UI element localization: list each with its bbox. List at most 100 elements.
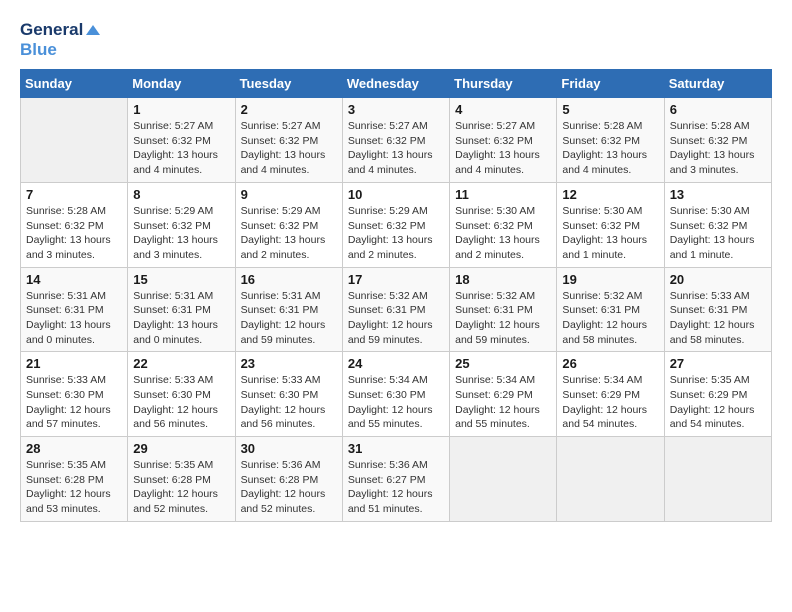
calendar-cell: 7 Sunrise: 5:28 AMSunset: 6:32 PMDaylight… — [21, 182, 128, 267]
calendar-cell — [450, 437, 557, 522]
day-info: Sunrise: 5:27 AMSunset: 6:32 PMDaylight:… — [133, 119, 229, 178]
day-info: Sunrise: 5:28 AMSunset: 6:32 PMDaylight:… — [562, 119, 658, 178]
day-number: 18 — [455, 272, 551, 287]
day-number: 21 — [26, 356, 122, 371]
day-number: 9 — [241, 187, 337, 202]
column-header-sunday: Sunday — [21, 70, 128, 98]
calendar-cell: 25 Sunrise: 5:34 AMSunset: 6:29 PMDayligh… — [450, 352, 557, 437]
day-info: Sunrise: 5:32 AMSunset: 6:31 PMDaylight:… — [562, 289, 658, 348]
day-info: Sunrise: 5:34 AMSunset: 6:30 PMDaylight:… — [348, 373, 444, 432]
calendar-cell: 10 Sunrise: 5:29 AMSunset: 6:32 PMDayligh… — [342, 182, 449, 267]
day-info: Sunrise: 5:30 AMSunset: 6:32 PMDaylight:… — [455, 204, 551, 263]
day-info: Sunrise: 5:32 AMSunset: 6:31 PMDaylight:… — [348, 289, 444, 348]
calendar-cell: 20 Sunrise: 5:33 AMSunset: 6:31 PMDayligh… — [664, 267, 771, 352]
day-info: Sunrise: 5:27 AMSunset: 6:32 PMDaylight:… — [455, 119, 551, 178]
calendar-cell: 30 Sunrise: 5:36 AMSunset: 6:28 PMDayligh… — [235, 437, 342, 522]
calendar-cell: 5 Sunrise: 5:28 AMSunset: 6:32 PMDaylight… — [557, 98, 664, 183]
day-info: Sunrise: 5:33 AMSunset: 6:30 PMDaylight:… — [133, 373, 229, 432]
calendar-cell: 13 Sunrise: 5:30 AMSunset: 6:32 PMDayligh… — [664, 182, 771, 267]
day-number: 26 — [562, 356, 658, 371]
day-info: Sunrise: 5:36 AMSunset: 6:27 PMDaylight:… — [348, 458, 444, 517]
day-info: Sunrise: 5:28 AMSunset: 6:32 PMDaylight:… — [26, 204, 122, 263]
day-info: Sunrise: 5:27 AMSunset: 6:32 PMDaylight:… — [348, 119, 444, 178]
day-number: 10 — [348, 187, 444, 202]
column-header-tuesday: Tuesday — [235, 70, 342, 98]
day-number: 12 — [562, 187, 658, 202]
calendar-table: SundayMondayTuesdayWednesdayThursdayFrid… — [20, 69, 772, 522]
column-header-thursday: Thursday — [450, 70, 557, 98]
day-number: 7 — [26, 187, 122, 202]
day-info: Sunrise: 5:34 AMSunset: 6:29 PMDaylight:… — [455, 373, 551, 432]
calendar-cell: 23 Sunrise: 5:33 AMSunset: 6:30 PMDayligh… — [235, 352, 342, 437]
day-number: 22 — [133, 356, 229, 371]
column-header-monday: Monday — [128, 70, 235, 98]
day-number: 6 — [670, 102, 766, 117]
day-info: Sunrise: 5:30 AMSunset: 6:32 PMDaylight:… — [670, 204, 766, 263]
day-number: 2 — [241, 102, 337, 117]
calendar-cell — [21, 98, 128, 183]
day-number: 23 — [241, 356, 337, 371]
calendar-cell: 19 Sunrise: 5:32 AMSunset: 6:31 PMDayligh… — [557, 267, 664, 352]
calendar-cell: 16 Sunrise: 5:31 AMSunset: 6:31 PMDayligh… — [235, 267, 342, 352]
day-info: Sunrise: 5:30 AMSunset: 6:32 PMDaylight:… — [562, 204, 658, 263]
day-number: 29 — [133, 441, 229, 456]
day-number: 15 — [133, 272, 229, 287]
day-number: 8 — [133, 187, 229, 202]
day-info: Sunrise: 5:33 AMSunset: 6:30 PMDaylight:… — [26, 373, 122, 432]
logo: GeneralBlue — [20, 20, 100, 59]
day-number: 20 — [670, 272, 766, 287]
calendar-cell: 11Sunrise: 5:30 AMSunset: 6:32 PMDayligh… — [450, 182, 557, 267]
day-info: Sunrise: 5:29 AMSunset: 6:32 PMDaylight:… — [133, 204, 229, 263]
calendar-cell: 17 Sunrise: 5:32 AMSunset: 6:31 PMDayligh… — [342, 267, 449, 352]
day-number: 5 — [562, 102, 658, 117]
day-info: Sunrise: 5:31 AMSunset: 6:31 PMDaylight:… — [133, 289, 229, 348]
day-info: Sunrise: 5:31 AMSunset: 6:31 PMDaylight:… — [26, 289, 122, 348]
day-number: 31 — [348, 441, 444, 456]
calendar-cell: 24Sunrise: 5:34 AMSunset: 6:30 PMDayligh… — [342, 352, 449, 437]
day-number: 16 — [241, 272, 337, 287]
calendar-cell: 22 Sunrise: 5:33 AMSunset: 6:30 PMDayligh… — [128, 352, 235, 437]
column-header-friday: Friday — [557, 70, 664, 98]
calendar-cell: 18 Sunrise: 5:32 AMSunset: 6:31 PMDayligh… — [450, 267, 557, 352]
day-info: Sunrise: 5:35 AMSunset: 6:28 PMDaylight:… — [26, 458, 122, 517]
day-number: 19 — [562, 272, 658, 287]
day-info: Sunrise: 5:27 AMSunset: 6:32 PMDaylight:… — [241, 119, 337, 178]
calendar-cell: 14 Sunrise: 5:31 AMSunset: 6:31 PMDayligh… — [21, 267, 128, 352]
calendar-cell — [557, 437, 664, 522]
calendar-cell: 28 Sunrise: 5:35 AMSunset: 6:28 PMDayligh… — [21, 437, 128, 522]
day-info: Sunrise: 5:35 AMSunset: 6:29 PMDaylight:… — [670, 373, 766, 432]
day-info: Sunrise: 5:28 AMSunset: 6:32 PMDaylight:… — [670, 119, 766, 178]
calendar-cell — [664, 437, 771, 522]
day-info: Sunrise: 5:33 AMSunset: 6:31 PMDaylight:… — [670, 289, 766, 348]
day-info: Sunrise: 5:33 AMSunset: 6:30 PMDaylight:… — [241, 373, 337, 432]
calendar-cell: 8 Sunrise: 5:29 AMSunset: 6:32 PMDaylight… — [128, 182, 235, 267]
day-info: Sunrise: 5:31 AMSunset: 6:31 PMDaylight:… — [241, 289, 337, 348]
day-number: 4 — [455, 102, 551, 117]
day-info: Sunrise: 5:35 AMSunset: 6:28 PMDaylight:… — [133, 458, 229, 517]
calendar-cell: 2 Sunrise: 5:27 AMSunset: 6:32 PMDaylight… — [235, 98, 342, 183]
calendar-cell: 12 Sunrise: 5:30 AMSunset: 6:32 PMDayligh… — [557, 182, 664, 267]
day-info: Sunrise: 5:32 AMSunset: 6:31 PMDaylight:… — [455, 289, 551, 348]
calendar-cell: 21 Sunrise: 5:33 AMSunset: 6:30 PMDayligh… — [21, 352, 128, 437]
day-number: 17 — [348, 272, 444, 287]
calendar-cell: 15 Sunrise: 5:31 AMSunset: 6:31 PMDayligh… — [128, 267, 235, 352]
calendar-cell: 3 Sunrise: 5:27 AMSunset: 6:32 PMDaylight… — [342, 98, 449, 183]
column-header-saturday: Saturday — [664, 70, 771, 98]
day-info: Sunrise: 5:29 AMSunset: 6:32 PMDaylight:… — [348, 204, 444, 263]
calendar-cell: 26Sunrise: 5:34 AMSunset: 6:29 PMDayligh… — [557, 352, 664, 437]
calendar-cell: 4 Sunrise: 5:27 AMSunset: 6:32 PMDaylight… — [450, 98, 557, 183]
calendar-cell: 1Sunrise: 5:27 AMSunset: 6:32 PMDaylight… — [128, 98, 235, 183]
calendar-cell: 29 Sunrise: 5:35 AMSunset: 6:28 PMDayligh… — [128, 437, 235, 522]
day-number: 28 — [26, 441, 122, 456]
column-header-wednesday: Wednesday — [342, 70, 449, 98]
calendar-cell: 6 Sunrise: 5:28 AMSunset: 6:32 PMDaylight… — [664, 98, 771, 183]
day-number: 27 — [670, 356, 766, 371]
day-number: 25 — [455, 356, 551, 371]
day-number: 13 — [670, 187, 766, 202]
day-info: Sunrise: 5:36 AMSunset: 6:28 PMDaylight:… — [241, 458, 337, 517]
day-number: 14 — [26, 272, 122, 287]
calendar-cell: 31 Sunrise: 5:36 AMSunset: 6:27 PMDayligh… — [342, 437, 449, 522]
day-number: 30 — [241, 441, 337, 456]
day-info: Sunrise: 5:29 AMSunset: 6:32 PMDaylight:… — [241, 204, 337, 263]
day-number: 3 — [348, 102, 444, 117]
